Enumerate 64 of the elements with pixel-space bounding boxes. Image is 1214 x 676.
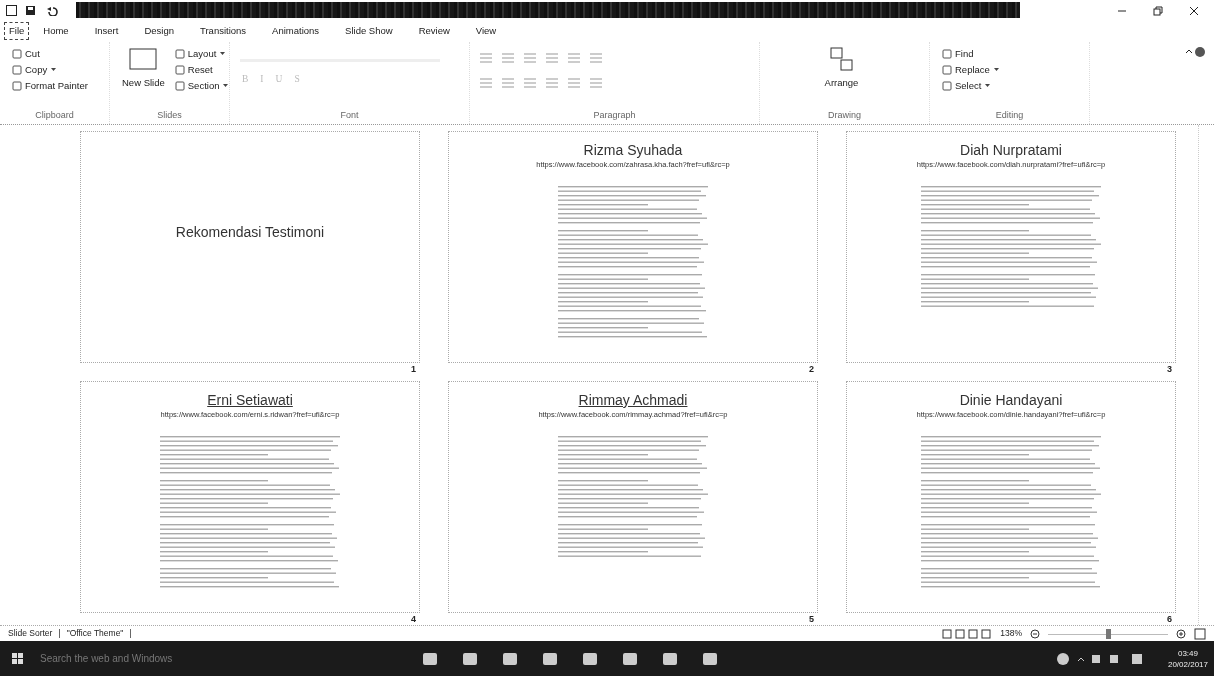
tool-icon bbox=[174, 64, 185, 75]
status-text: Slide Sorter bbox=[8, 627, 53, 640]
ribbon-button[interactable]: Cut bbox=[10, 46, 90, 61]
slide-number: 2 bbox=[808, 363, 815, 375]
zoom-level[interactable]: 138% bbox=[1000, 627, 1022, 640]
group-label: Editing bbox=[994, 108, 1025, 122]
group-label: Clipboard bbox=[34, 108, 75, 122]
windows-icon[interactable] bbox=[12, 652, 24, 665]
ribbon-tab[interactable]: View bbox=[463, 22, 509, 40]
clock-time[interactable]: 03:49 bbox=[1167, 647, 1208, 659]
group-label: Slides bbox=[156, 108, 183, 122]
group-label: Paragraph bbox=[592, 108, 637, 122]
slide-title: Rizma Syuhada bbox=[583, 142, 683, 159]
ribbon-tab[interactable]: Transitions bbox=[188, 22, 259, 40]
slide-title: Rimmay Achmadi bbox=[578, 392, 688, 409]
tool-icon bbox=[942, 48, 952, 59]
ribbon-tab[interactable]: File bbox=[4, 21, 30, 41]
slide-number: 4 bbox=[410, 613, 417, 625]
zoom-in-icon[interactable] bbox=[1176, 628, 1186, 639]
ribbon-button[interactable]: Format Painter bbox=[10, 78, 90, 93]
slide-title: Rekomendasi Testimoni bbox=[175, 223, 325, 242]
ribbon-button[interactable]: Reset bbox=[172, 62, 232, 77]
separator: | bbox=[129, 627, 132, 640]
ribbon-tab[interactable]: Home bbox=[31, 22, 81, 40]
group-label: Font bbox=[339, 108, 360, 122]
slide-title: Erni Setiawati bbox=[207, 392, 293, 409]
zoom-out-icon[interactable] bbox=[1030, 628, 1040, 639]
tool-icon bbox=[12, 64, 22, 75]
fit-window-icon[interactable] bbox=[1194, 627, 1206, 640]
tool-icon bbox=[174, 80, 185, 91]
view-buttons-icon[interactable] bbox=[942, 628, 993, 639]
ribbon-tab[interactable]: Review bbox=[406, 22, 462, 40]
ribbon-button[interactable]: Replace bbox=[940, 62, 1002, 77]
slide-thumbnail[interactable]: Rekomendasi Testimoni bbox=[80, 131, 420, 363]
slide-number: 3 bbox=[1166, 363, 1173, 375]
tool-icon bbox=[12, 80, 22, 91]
slide-number: 5 bbox=[808, 613, 815, 625]
tool-icon bbox=[942, 80, 952, 91]
close-icon bbox=[1189, 5, 1199, 16]
status-text: "Office Theme" bbox=[66, 627, 124, 640]
ribbon-button[interactable]: New Slide bbox=[120, 46, 167, 88]
slide-title: Diah Nurpratami bbox=[960, 142, 1062, 159]
ribbon-tab[interactable]: Design bbox=[132, 22, 186, 40]
ribbon-button[interactable]: Arrange bbox=[822, 46, 861, 88]
tool-icon bbox=[174, 48, 185, 59]
slide-number: 1 bbox=[410, 363, 417, 375]
restore-icon bbox=[1153, 5, 1163, 16]
ribbon-button[interactable]: Layout bbox=[172, 46, 232, 61]
ribbon-tab[interactable]: Insert bbox=[82, 22, 131, 40]
slide-number: 6 bbox=[1166, 613, 1173, 625]
group-label: Drawing bbox=[827, 108, 862, 122]
tool-icon bbox=[12, 48, 22, 59]
ribbon-button[interactable]: Section bbox=[172, 78, 232, 93]
ribbon-button[interactable]: Copy bbox=[10, 62, 90, 77]
tool-icon bbox=[942, 64, 952, 75]
ribbon-tab[interactable]: Slide Show bbox=[333, 22, 405, 40]
ribbon-tab[interactable]: Animations bbox=[260, 22, 332, 40]
slide-title: Dinie Handayani bbox=[959, 392, 1063, 409]
clock-date[interactable]: 20/02/2017 bbox=[1167, 658, 1208, 670]
save-icon[interactable] bbox=[25, 4, 36, 16]
ribbon-button[interactable]: Find bbox=[940, 46, 1002, 61]
ribbon-button[interactable]: Select bbox=[940, 78, 1002, 93]
zoom-slider-thumb[interactable] bbox=[1105, 628, 1111, 639]
separator: | bbox=[58, 627, 61, 640]
